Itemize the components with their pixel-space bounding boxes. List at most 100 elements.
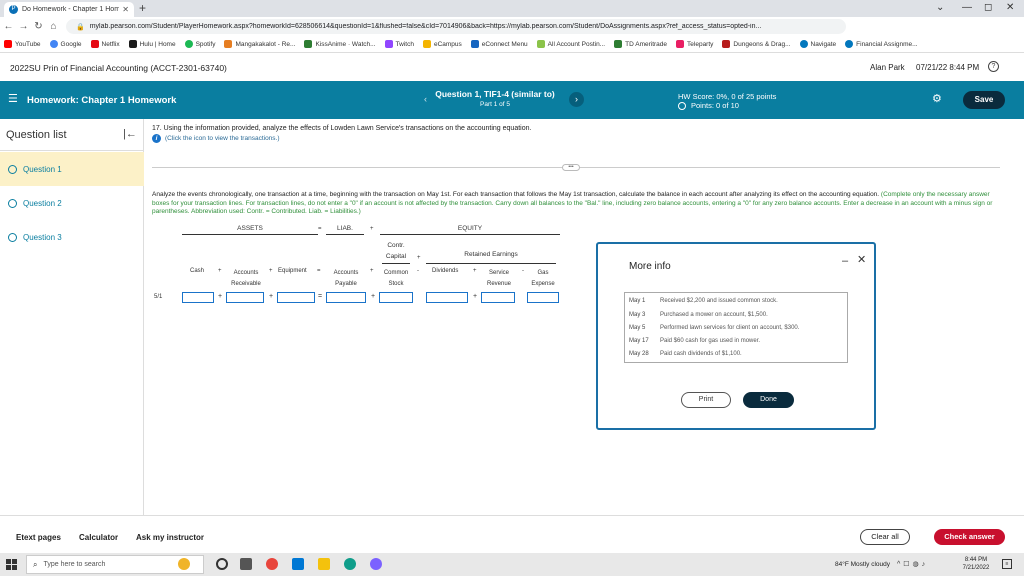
- col-equipment: Equipment: [278, 268, 307, 274]
- bookmark-hulu[interactable]: Hulu | Home: [128, 40, 176, 48]
- save-button[interactable]: Save: [963, 91, 1005, 109]
- previous-question-icon[interactable]: ‹: [424, 94, 427, 104]
- instructions-main: Analyze the events chronologically, one …: [152, 191, 880, 198]
- calculator-link[interactable]: Calculator: [79, 533, 118, 542]
- dividends-input[interactable]: [426, 292, 468, 303]
- spotify-icon: [184, 40, 193, 48]
- window-close-icon[interactable]: ✕: [1006, 2, 1014, 13]
- taskbar-time[interactable]: 8:44 PM: [962, 557, 990, 563]
- bookmark-spotify[interactable]: Spotify: [184, 40, 215, 48]
- mail-icon[interactable]: [292, 558, 304, 570]
- bookmark-td-ameritrade[interactable]: TD Ameritrade: [614, 40, 667, 48]
- bookmark-google[interactable]: Google: [49, 40, 82, 48]
- taskbar-date[interactable]: 7/21/2022: [962, 565, 990, 571]
- transaction-desc: Paid $60 cash for gas used in mower.: [660, 338, 761, 344]
- help-icon[interactable]: ?: [988, 61, 999, 72]
- hamburger-menu-icon[interactable]: ☰: [8, 94, 18, 105]
- minimize-dialog-icon[interactable]: –: [842, 255, 848, 267]
- next-question-icon[interactable]: ›: [569, 92, 584, 107]
- bookmark-econnect[interactable]: eConnect Menu: [470, 40, 528, 48]
- chrome-icon[interactable]: [266, 558, 278, 570]
- done-button[interactable]: Done: [743, 392, 794, 408]
- question-list-title: Question list: [6, 129, 67, 141]
- notifications-icon[interactable]: ≡: [1002, 559, 1012, 569]
- expand-divider-icon[interactable]: •••: [562, 164, 580, 171]
- minimize-icon[interactable]: —: [962, 2, 972, 13]
- course-title: 2022SU Prin of Financial Accounting (ACC…: [10, 63, 227, 73]
- bookmark-kissanime[interactable]: KissAnime · Watch...: [304, 40, 376, 48]
- weather-display[interactable]: 84°F Mostly cloudy: [835, 561, 890, 568]
- bookmark-ecampus[interactable]: eCampus: [422, 40, 462, 48]
- tab-search-icon[interactable]: ⌄: [936, 2, 944, 13]
- collapse-sidebar-icon[interactable]: |←: [123, 128, 137, 140]
- transaction-date: May 3: [629, 312, 646, 318]
- print-button[interactable]: Print: [681, 392, 731, 408]
- discord-icon[interactable]: [370, 558, 382, 570]
- plus-sign: +: [473, 293, 478, 300]
- transactions-table: May 1 Received $2,200 and issued common s…: [624, 292, 848, 363]
- cortana-icon[interactable]: [216, 558, 228, 570]
- tab-close-icon[interactable]: ✕: [122, 5, 129, 14]
- back-icon[interactable]: ←: [2, 21, 15, 32]
- etext-pages-link[interactable]: Etext pages: [16, 533, 61, 542]
- sidebar-item-question-3[interactable]: Question 3: [0, 220, 144, 254]
- bookmark-twitch[interactable]: Twitch: [384, 40, 414, 48]
- accounts-receivable-input[interactable]: [226, 292, 264, 303]
- transaction-desc: Received $2,200 and issued common stock.: [660, 298, 778, 304]
- twitch-icon: [384, 40, 393, 48]
- bookmark-dnd[interactable]: Dungeons & Drag...: [722, 40, 791, 48]
- url-input[interactable]: 🔒 mylab.pearson.com/Student/PlayerHomewo…: [66, 19, 846, 34]
- ecampus-icon: [422, 40, 431, 48]
- accounts-payable-input[interactable]: [326, 292, 366, 303]
- browser-tab[interactable]: P Do Homework - Chapter 1 Hom ✕: [4, 2, 134, 17]
- cash-input[interactable]: [182, 292, 214, 303]
- bookmark-financial-assignment[interactable]: Financial Assignme...: [845, 40, 918, 48]
- equipment-input[interactable]: [277, 292, 315, 303]
- gear-icon[interactable]: ⚙: [932, 93, 942, 105]
- sidebar-item-label: Question 3: [23, 232, 62, 242]
- new-tab-icon[interactable]: +: [139, 2, 146, 15]
- task-view-icon[interactable]: [240, 558, 252, 570]
- search-placeholder: Type here to search: [43, 561, 106, 568]
- bookmark-netflix[interactable]: Netflix: [90, 40, 120, 48]
- view-transactions-link[interactable]: (Click the icon to view the transactions…: [165, 135, 280, 142]
- bookmark-navigate[interactable]: Navigate: [799, 40, 836, 48]
- plus-sign: +: [417, 255, 421, 261]
- plus-sign: +: [371, 293, 376, 300]
- bookmark-youtube[interactable]: YouTube: [4, 40, 41, 48]
- sidebar-item-question-1[interactable]: Question 1: [0, 152, 144, 186]
- widgets-icon[interactable]: [178, 558, 190, 570]
- points-circle-icon: [678, 101, 686, 110]
- windows-start-icon[interactable]: [6, 559, 17, 570]
- plus-sign: +: [218, 293, 223, 300]
- clear-all-button[interactable]: Clear all: [860, 529, 910, 545]
- check-answer-button[interactable]: Check answer: [934, 529, 1005, 545]
- transaction-date: May 28: [629, 351, 649, 357]
- service-revenue-input[interactable]: [481, 292, 515, 303]
- sidebar-item-question-2[interactable]: Question 2: [0, 186, 144, 220]
- search-icon: ⌕: [33, 559, 38, 569]
- bookmark-mangakakalot[interactable]: Mangakakalot - Re...: [224, 40, 295, 48]
- forward-icon[interactable]: →: [17, 21, 30, 32]
- common-stock-input[interactable]: [379, 292, 413, 303]
- equity-underline: [380, 234, 560, 235]
- maximize-icon[interactable]: ◻: [984, 2, 992, 13]
- bookmark-teleparty[interactable]: Teleparty: [676, 40, 713, 48]
- reload-icon[interactable]: ↻: [32, 21, 45, 32]
- gas-expense-input[interactable]: [527, 292, 559, 303]
- edge-icon[interactable]: [344, 558, 356, 570]
- ask-instructor-link[interactable]: Ask my instructor: [136, 533, 204, 542]
- transaction-desc: Performed lawn services for client on ac…: [660, 325, 800, 331]
- question-status-icon: [8, 232, 17, 242]
- col-service-revenue: Service Revenue: [486, 270, 512, 287]
- account-postings-icon: [536, 40, 545, 48]
- bookmarks-bar: YouTube Google Netflix Hulu | Home Spoti…: [0, 36, 1024, 53]
- bookmark-account-postings[interactable]: All Account Postin...: [536, 40, 605, 48]
- close-dialog-icon[interactable]: ✕: [857, 253, 866, 266]
- assets-header: ASSETS: [237, 225, 263, 232]
- file-explorer-icon[interactable]: [318, 558, 330, 570]
- info-icon[interactable]: i: [152, 134, 161, 143]
- system-tray-icons[interactable]: ^☐◍♪: [897, 560, 928, 568]
- home-icon[interactable]: ⌂: [47, 21, 60, 32]
- homework-header: ☰ Homework: Chapter 1 Homework ‹ Questio…: [0, 81, 1024, 119]
